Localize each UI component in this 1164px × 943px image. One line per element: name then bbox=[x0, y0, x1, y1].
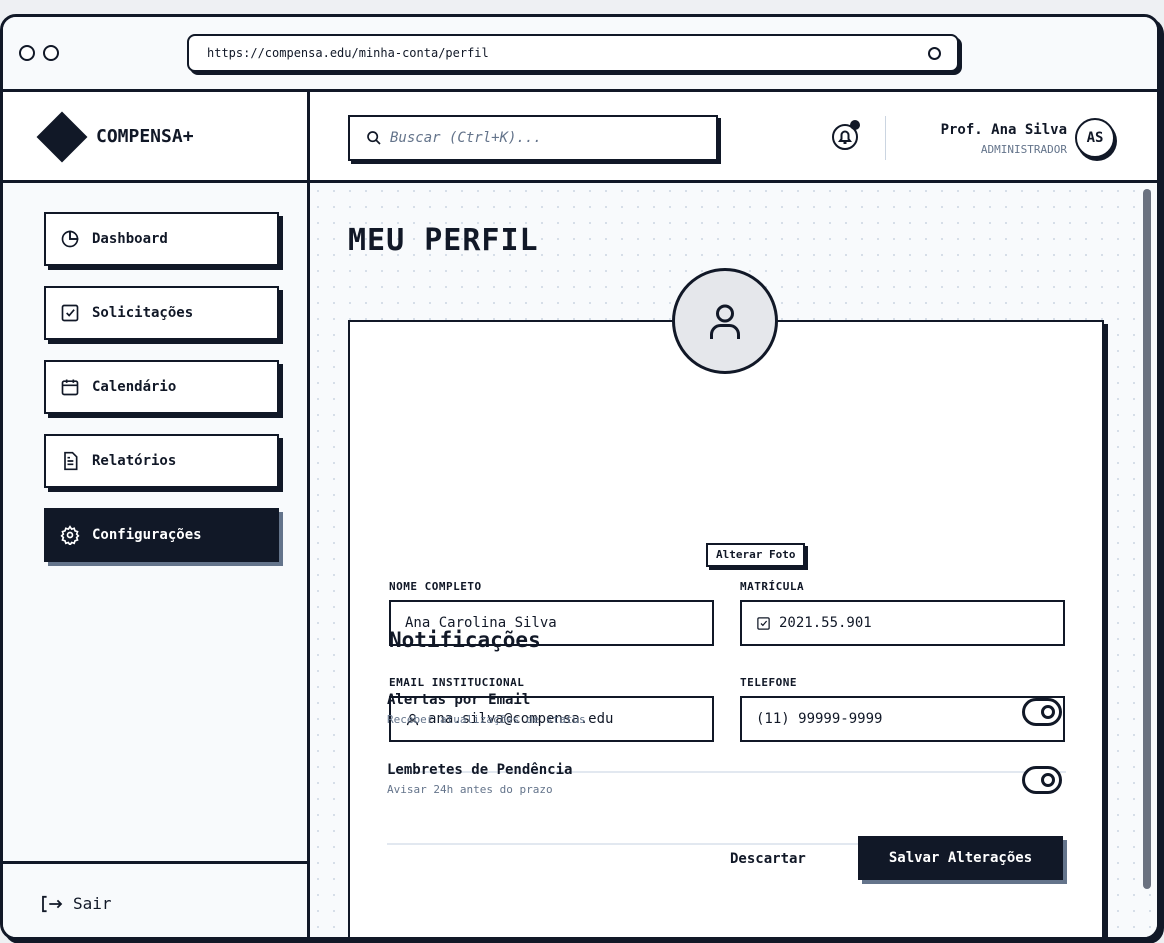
search-placeholder: Buscar (Ctrl+K)... bbox=[390, 130, 542, 146]
browser-toolbar: https://compensa.edu/minha-conta/perfil bbox=[3, 17, 1157, 92]
topbar-divider bbox=[885, 116, 886, 160]
logout-icon bbox=[42, 895, 63, 912]
address-bar[interactable]: https://compensa.edu/minha-conta/perfil bbox=[187, 34, 959, 72]
brand-name: COMPENSA+ bbox=[96, 126, 194, 147]
reminders-toggle[interactable] bbox=[1022, 766, 1062, 794]
sidebar-item-solicitacoes[interactable]: Solicitações bbox=[44, 286, 279, 340]
calendar-icon bbox=[61, 379, 79, 396]
toggle-knob bbox=[1041, 773, 1055, 787]
document-icon bbox=[64, 451, 78, 471]
brand-header: COMPENSA+ bbox=[3, 92, 307, 183]
avatar[interactable]: AS bbox=[1075, 118, 1115, 158]
window-control-dot[interactable] bbox=[43, 45, 59, 61]
window-control-dot[interactable] bbox=[19, 45, 35, 61]
notification-dot bbox=[850, 120, 860, 130]
email-alerts-toggle[interactable] bbox=[1022, 698, 1062, 726]
url-text: https://compensa.edu/minha-conta/perfil bbox=[207, 46, 489, 60]
browser-window: https://compensa.edu/minha-conta/perfil … bbox=[0, 14, 1160, 940]
user-name: Prof. Ana Silva bbox=[940, 122, 1067, 138]
logout-label: Sair bbox=[73, 894, 112, 913]
email-value: ana.silva@compensa.edu bbox=[428, 711, 614, 727]
section-divider bbox=[389, 771, 1066, 773]
matricula-value: 2021.55.901 bbox=[779, 615, 872, 631]
profile-photo[interactable] bbox=[672, 268, 778, 374]
phone-value: (11) 99999-9999 bbox=[756, 711, 883, 727]
logout-button[interactable]: Sair bbox=[3, 861, 307, 937]
topbar: Buscar (Ctrl+K)... Prof. Ana Silva ADMIN… bbox=[310, 92, 1157, 183]
checkbox-icon bbox=[757, 616, 770, 630]
page-title: MEU PERFIL bbox=[348, 223, 539, 258]
sidebar-item-label: Relatórios bbox=[92, 453, 177, 469]
phone-label: TELEFONE bbox=[740, 676, 797, 689]
save-button[interactable]: Salvar Alterações bbox=[858, 836, 1063, 880]
reload-icon[interactable] bbox=[928, 47, 941, 60]
phone-field[interactable]: (11) 99999-9999 bbox=[740, 696, 1065, 742]
sidebar-item-label: Configurações bbox=[92, 527, 202, 543]
sidebar-item-configuracoes[interactable]: Configurações bbox=[44, 508, 279, 562]
name-label: NOME COMPLETO bbox=[389, 580, 482, 593]
discard-button[interactable]: Descartar bbox=[730, 851, 806, 867]
user-role: ADMINISTRADOR bbox=[980, 143, 1067, 156]
sidebar-item-label: Calendário bbox=[92, 379, 177, 395]
scrollbar[interactable] bbox=[1143, 189, 1151, 889]
user-icon bbox=[710, 304, 740, 339]
matricula-field[interactable]: 2021.55.901 bbox=[740, 600, 1065, 646]
toggle-knob bbox=[1041, 705, 1055, 719]
pie-chart-icon bbox=[61, 230, 79, 248]
sidebar-item-relatorios[interactable]: Relatórios bbox=[44, 434, 279, 488]
email-label: EMAIL INSTITUCIONAL bbox=[389, 676, 525, 689]
checkbox-icon bbox=[61, 304, 79, 322]
user-icon bbox=[406, 713, 419, 725]
sidebar-item-label: Solicitações bbox=[92, 305, 194, 321]
search-icon bbox=[367, 131, 381, 145]
matricula-label: MATRÍCULA bbox=[740, 580, 805, 593]
search-input[interactable]: Buscar (Ctrl+K)... bbox=[348, 115, 718, 161]
email-field[interactable]: ana.silva@compensa.edu bbox=[389, 696, 714, 742]
brand-logo-icon bbox=[36, 111, 88, 163]
sidebar: COMPENSA+ Dashboard Solicitações Calendá… bbox=[3, 92, 310, 937]
gear-icon bbox=[60, 525, 80, 545]
sidebar-item-dashboard[interactable]: Dashboard bbox=[44, 212, 279, 266]
sidebar-item-calendario[interactable]: Calendário bbox=[44, 360, 279, 414]
main-content: MEU PERFIL Alterar Foto NOME COMPLETO MA… bbox=[310, 183, 1157, 937]
sidebar-item-label: Dashboard bbox=[92, 231, 168, 247]
notifications-title: Notificações bbox=[389, 628, 541, 652]
change-photo-button[interactable]: Alterar Foto bbox=[706, 543, 806, 567]
